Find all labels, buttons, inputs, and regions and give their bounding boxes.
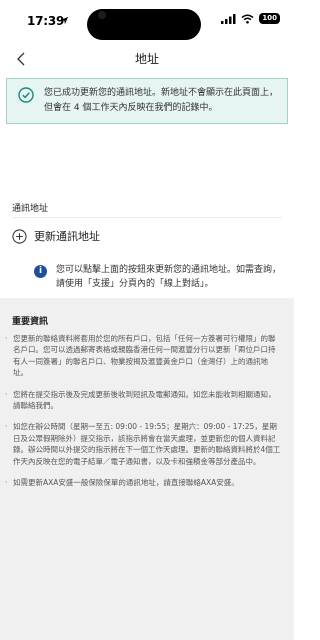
bullet: · (5, 389, 8, 399)
list-item-text: 如您在辦公時間（星期一至五: 09:00 - 19:55；星期六：09:00 -… (13, 422, 281, 466)
success-message: 您已成功更新您的通訊地址。新地址不會顯示在此頁面上，但會在 4 個工作天內反映在… (44, 88, 279, 113)
battery-icon: 100 (259, 13, 280, 24)
list-item: · 如需更新AXA安盛一般保險保單的通訊地址，請直接聯絡AXA安盛。 (5, 477, 281, 488)
list-item-text: 您將在提交指示後及完成更新後收到短訊及電郵通知。如您未能收到相關通知，請聯絡我們… (13, 389, 276, 411)
status-bar: 17:39 100 (0, 0, 294, 44)
success-banner: 您已成功更新您的通訊地址。新地址不會顯示在此頁面上，但會在 4 個工作天內反映在… (6, 78, 288, 124)
status-time: 17:39 (27, 14, 65, 28)
bullet: · (5, 334, 8, 343)
important-list: · 您更新的聯絡資料將套用於您的所有戶口，包括「任何一方簽署可行權限」的聯名戶口… (5, 333, 281, 498)
update-address-button[interactable]: 更新通訊地址 (12, 228, 100, 244)
nav-bar: 地址 (0, 44, 294, 74)
signal-icon (221, 13, 236, 24)
wifi-icon (241, 14, 254, 24)
bullet: · (5, 422, 8, 432)
bullet: · (5, 478, 8, 488)
section-title: 通訊地址 (12, 204, 49, 214)
list-item: · 您更新的聯絡資料將套用於您的所有戶口，包括「任何一方簽署可行權限」的聯名戶口… (5, 333, 281, 379)
plus-circle-icon (12, 228, 27, 244)
list-item-text: 如需更新AXA安盛一般保險保單的通訊地址，請直接聯絡AXA安盛。 (13, 478, 239, 488)
check-circle-icon (18, 87, 34, 103)
important-info-panel: 重要資訊 · 您更新的聯絡資料將套用於您的所有戶口，包括「任何一方簽署可行權限」… (0, 298, 294, 640)
update-address-label: 更新通訊地址 (34, 230, 100, 243)
list-item: · 您將在提交指示後及完成更新後收到短訊及電郵通知。如您未能收到相關通知，請聯絡… (5, 389, 281, 412)
important-title: 重要資訊 (12, 317, 49, 327)
divider (12, 217, 282, 218)
page-title: 地址 (134, 52, 159, 66)
info-icon: i (34, 265, 47, 278)
list-item: · 如您在辦公時間（星期一至五: 09:00 - 19:55；星期六：09:00… (5, 421, 281, 467)
info-text: 您可以點擊上面的按鈕來更新您的通訊地址。如需查詢，請使用「支援」分頁內的「線上對… (56, 265, 282, 289)
location-arrow-icon (60, 16, 69, 25)
camera-dot (98, 11, 106, 19)
status-icons: 100 (221, 13, 280, 24)
list-item-text: 您更新的聯絡資料將套用於您的所有戶口，包括「任何一方簽署可行權限」的聯名戶口。您… (13, 334, 276, 378)
